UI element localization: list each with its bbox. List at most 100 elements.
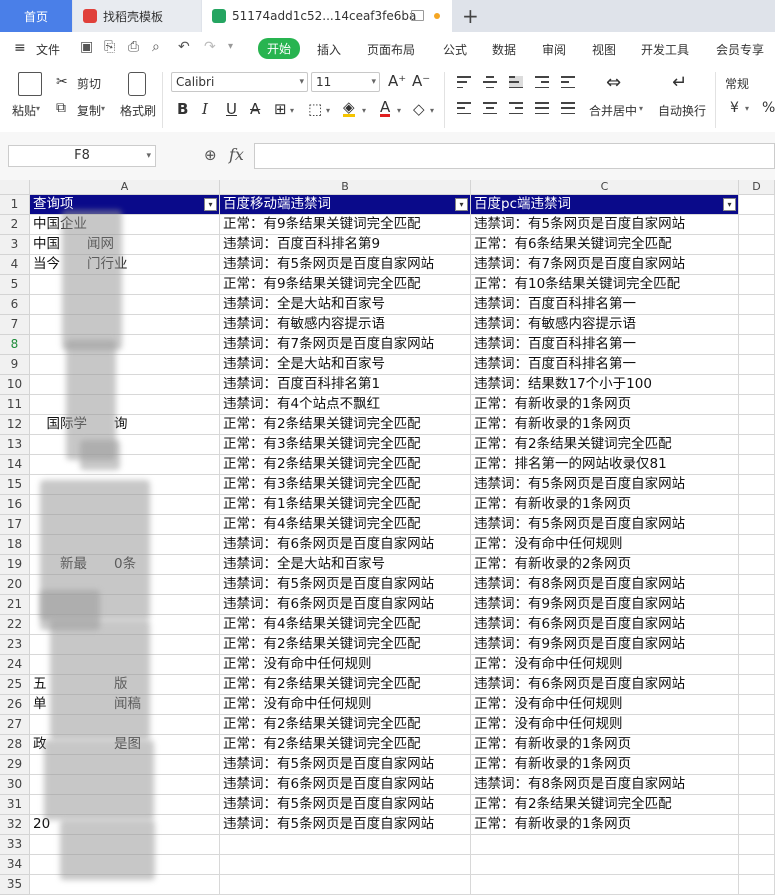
table-cell[interactable]: 正常：有2条结果关键词完全匹配 xyxy=(220,635,471,655)
select-all-corner[interactable] xyxy=(0,180,30,195)
row-header[interactable]: 35 xyxy=(0,875,30,895)
table-cell[interactable]: 违禁词：结果数17个小于100 xyxy=(471,375,739,395)
table-cell[interactable] xyxy=(30,355,220,375)
column-header-a[interactable]: A xyxy=(30,180,220,195)
cut-icon[interactable]: ✂ xyxy=(56,74,68,90)
row-header[interactable]: 14 xyxy=(0,455,30,475)
row-header[interactable]: 13 xyxy=(0,435,30,455)
row-header[interactable]: 15 xyxy=(0,475,30,495)
table-cell[interactable] xyxy=(739,335,775,355)
copy-dropdown-icon[interactable]: ▾ xyxy=(101,104,105,113)
row-header[interactable]: 4 xyxy=(0,255,30,275)
currency-icon[interactable]: ¥ xyxy=(730,100,739,116)
table-cell[interactable] xyxy=(739,715,775,735)
table-cell[interactable] xyxy=(30,295,220,315)
table-cell[interactable] xyxy=(739,315,775,335)
menu-developer[interactable]: 开发工具 xyxy=(641,41,689,58)
table-cell[interactable] xyxy=(739,375,775,395)
row-header[interactable]: 26 xyxy=(0,695,30,715)
table-cell[interactable]: 正常：有新收录的1条网页 xyxy=(471,815,739,835)
decrease-indent-icon[interactable] xyxy=(535,76,549,88)
table-cell[interactable] xyxy=(30,315,220,335)
tab-current-file[interactable]: 51174add1c52...14ceaf3fe6ba xyxy=(202,0,452,32)
table-cell[interactable] xyxy=(739,775,775,795)
row-header[interactable]: 30 xyxy=(0,775,30,795)
table-cell[interactable] xyxy=(739,835,775,855)
spreadsheet-grid[interactable]: A B C D 1 查询项 ▾ 百度移动端违禁词 ▾ 百度pc端违禁词 ▾ 2 正常：有9条结果… xyxy=(0,180,775,895)
table-cell[interactable]: 违禁词：有5条网页是百度自家网站 xyxy=(220,795,471,815)
justify-icon[interactable] xyxy=(535,102,549,114)
table-cell[interactable]: 违禁词：有6条网页是百度自家网站 xyxy=(220,595,471,615)
column-header-d[interactable]: D xyxy=(739,180,775,195)
zoom-search-icon[interactable]: ⊕ xyxy=(204,146,217,164)
table-cell[interactable] xyxy=(471,835,739,855)
table-cell[interactable] xyxy=(739,575,775,595)
strikethrough-icon[interactable]: A xyxy=(250,100,260,118)
table-cell[interactable] xyxy=(30,275,220,295)
table-cell[interactable]: 正常：有2条结果关键词完全匹配 xyxy=(220,455,471,475)
row-header[interactable]: 32 xyxy=(0,815,30,835)
align-left-icon[interactable] xyxy=(457,102,471,114)
table-cell[interactable] xyxy=(739,355,775,375)
table-cell[interactable] xyxy=(739,255,775,275)
table-cell[interactable]: 违禁词：有6条网页是百度自家网站 xyxy=(471,615,739,635)
menu-view[interactable]: 视图 xyxy=(592,41,616,58)
table-cell[interactable] xyxy=(471,875,739,895)
row-header[interactable]: 19 xyxy=(0,555,30,575)
table-cell[interactable]: 正常：有2条结果关键词完全匹配 xyxy=(220,715,471,735)
row-header[interactable]: 34 xyxy=(0,855,30,875)
new-tab-plus-icon[interactable]: + xyxy=(462,4,479,28)
font-color-icon[interactable]: A xyxy=(380,100,391,117)
percent-icon[interactable]: % xyxy=(762,100,775,116)
table-cell[interactable]: 违禁词：有7条网页是百度自家网站 xyxy=(471,255,739,275)
copy-icon[interactable]: ⧉ xyxy=(56,100,66,116)
menu-formula[interactable]: 公式 xyxy=(443,41,467,58)
align-top-icon[interactable] xyxy=(457,76,471,88)
bold-icon[interactable]: B xyxy=(177,100,188,118)
table-cell[interactable]: 正常：没有命中任何规则 xyxy=(471,715,739,735)
tab-daoke-templates[interactable]: 找稻壳模板 xyxy=(73,0,201,32)
table-cell[interactable]: 违禁词：有4个站点不飘红 xyxy=(220,395,471,415)
menu-insert[interactable]: 插入 xyxy=(317,41,341,58)
table-cell[interactable]: 违禁词：百度百科排名第1 xyxy=(220,375,471,395)
table-cell[interactable]: 正常：有新收录的1条网页 xyxy=(471,495,739,515)
table-cell[interactable]: 正常：有新收录的1条网页 xyxy=(471,735,739,755)
table-cell[interactable] xyxy=(739,735,775,755)
paste-icon[interactable] xyxy=(18,72,42,96)
table-cell[interactable]: 违禁词：全是大站和百家号 xyxy=(220,355,471,375)
table-cell[interactable]: 违禁词：全是大站和百家号 xyxy=(220,555,471,575)
table-cell[interactable]: 违禁词：有7条网页是百度自家网站 xyxy=(220,335,471,355)
row-header[interactable]: 23 xyxy=(0,635,30,655)
table-cell[interactable]: 违禁词：有9条网页是百度自家网站 xyxy=(471,595,739,615)
function-icon[interactable]: fx xyxy=(229,145,244,164)
column-header-b[interactable]: B xyxy=(220,180,471,195)
table-cell[interactable]: 违禁词：有5条网页是百度自家网站 xyxy=(220,255,471,275)
table-cell[interactable] xyxy=(739,635,775,655)
table-cell[interactable]: 违禁词：有6条网页是百度自家网站 xyxy=(220,535,471,555)
currency-dropdown-icon[interactable]: ▾ xyxy=(745,104,749,113)
row-header[interactable]: 33 xyxy=(0,835,30,855)
table-cell[interactable]: 正常：有新收录的1条网页 xyxy=(471,415,739,435)
increase-indent-icon[interactable] xyxy=(561,76,575,88)
table-cell[interactable] xyxy=(30,435,220,455)
table-cell[interactable]: 正常：有9条结果关键词完全匹配 xyxy=(220,215,471,235)
clear-format-icon[interactable]: ◇ xyxy=(413,100,425,118)
table-cell[interactable]: 正常：有1条结果关键词完全匹配 xyxy=(220,495,471,515)
row-header[interactable]: 3 xyxy=(0,235,30,255)
number-format-select[interactable]: 常规 xyxy=(725,75,749,92)
quick-access-dropdown-icon[interactable]: ▾ xyxy=(228,40,242,54)
table-cell[interactable] xyxy=(739,515,775,535)
font-name-select[interactable]: Calibri ▾ xyxy=(171,72,308,92)
row-header[interactable]: 27 xyxy=(0,715,30,735)
menu-review[interactable]: 审阅 xyxy=(542,41,566,58)
table-cell[interactable]: 正常：有新收录的2条网页 xyxy=(471,555,739,575)
format-painter-label[interactable]: 格式刷 xyxy=(120,102,156,119)
table-cell[interactable]: 正常：有2条结果关键词完全匹配 xyxy=(220,735,471,755)
row-header[interactable]: 29 xyxy=(0,755,30,775)
table-cell[interactable]: 正常：有4条结果关键词完全匹配 xyxy=(220,515,471,535)
table-cell[interactable]: 正常：有9条结果关键词完全匹配 xyxy=(220,275,471,295)
row-header[interactable]: 22 xyxy=(0,615,30,635)
table-cell[interactable]: 正常：有2条结果关键词完全匹配 xyxy=(471,435,739,455)
increase-font-icon[interactable]: A⁺ xyxy=(388,72,406,90)
table-cell[interactable]: 违禁词：全是大站和百家号 xyxy=(220,295,471,315)
